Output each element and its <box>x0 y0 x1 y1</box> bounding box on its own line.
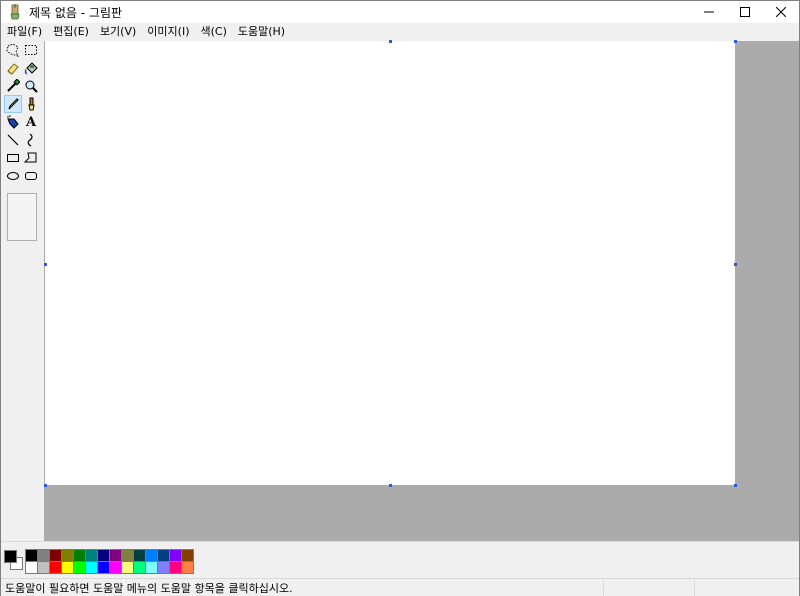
resize-handle-bottom-right[interactable] <box>734 484 737 487</box>
menu-help[interactable]: 도움말(H) <box>233 23 290 41</box>
curve-icon[interactable] <box>23 132 39 148</box>
fill-bucket-icon[interactable] <box>23 60 39 76</box>
toolbox: A <box>1 41 43 541</box>
foreground-color-swatch[interactable] <box>4 550 17 563</box>
color-picker-icon[interactable] <box>5 78 21 94</box>
resize-handle-bottom[interactable] <box>389 484 392 487</box>
text-icon[interactable]: A <box>23 114 39 130</box>
line-icon[interactable] <box>5 132 21 148</box>
resize-handle-right[interactable] <box>734 263 737 266</box>
ellipse-icon[interactable] <box>5 168 21 184</box>
eraser-icon[interactable] <box>5 60 21 76</box>
menu-edit[interactable]: 편집(E) <box>48 23 94 41</box>
minimize-button[interactable] <box>691 1 727 23</box>
paint-app-icon[interactable] <box>7 4 23 20</box>
status-text: 도움말이 필요하면 도움말 메뉴의 도움말 항목을 클릭하십시오. <box>5 581 293 595</box>
resize-grip[interactable] <box>785 580 799 595</box>
status-bar: 도움말이 필요하면 도움말 메뉴의 도움말 항목을 클릭하십시오. <box>1 578 799 596</box>
menu-file[interactable]: 파일(F) <box>2 23 47 41</box>
window-controls <box>691 1 799 23</box>
current-colors[interactable] <box>3 549 23 571</box>
rectangle-icon[interactable] <box>5 150 21 166</box>
window-title: 제목 없음 - 그림판 <box>29 5 123 20</box>
menu-bar: 파일(F) 편집(E) 보기(V) 이미지(I) 색(C) 도움말(H) <box>1 23 799 41</box>
rounded-rectangle-icon[interactable] <box>23 168 39 184</box>
free-form-select-icon[interactable] <box>5 42 21 58</box>
menu-view[interactable]: 보기(V) <box>95 23 141 41</box>
drawing-canvas[interactable] <box>45 41 735 485</box>
resize-handle-left <box>44 263 47 266</box>
brush-icon[interactable] <box>23 96 39 112</box>
resize-handle-bottom-left <box>44 484 47 487</box>
palette-swatch[interactable] <box>181 561 194 574</box>
menu-image[interactable]: 이미지(I) <box>142 23 194 41</box>
maximize-button[interactable] <box>727 1 763 23</box>
polygon-icon[interactable] <box>23 150 39 166</box>
color-palette-bar <box>1 541 799 578</box>
magnifier-icon[interactable] <box>23 78 39 94</box>
resize-handle-top-right <box>734 40 737 43</box>
menu-colors[interactable]: 색(C) <box>195 23 231 41</box>
resize-handle-top <box>389 40 392 43</box>
airbrush-icon[interactable] <box>5 114 21 130</box>
rect-select-icon[interactable] <box>23 42 39 58</box>
close-button[interactable] <box>763 1 799 23</box>
canvas-area <box>44 40 799 541</box>
title-bar[interactable]: 제목 없음 - 그림판 <box>1 1 799 23</box>
status-pane-size <box>694 580 785 595</box>
tool-options-panel[interactable] <box>7 193 37 241</box>
status-pane-position <box>603 580 694 595</box>
pencil-icon[interactable] <box>4 95 22 113</box>
paint-window: 제목 없음 - 그림판 파일(F) 편집(E) 보기(V) 이미지(I) 색(C… <box>0 0 800 596</box>
